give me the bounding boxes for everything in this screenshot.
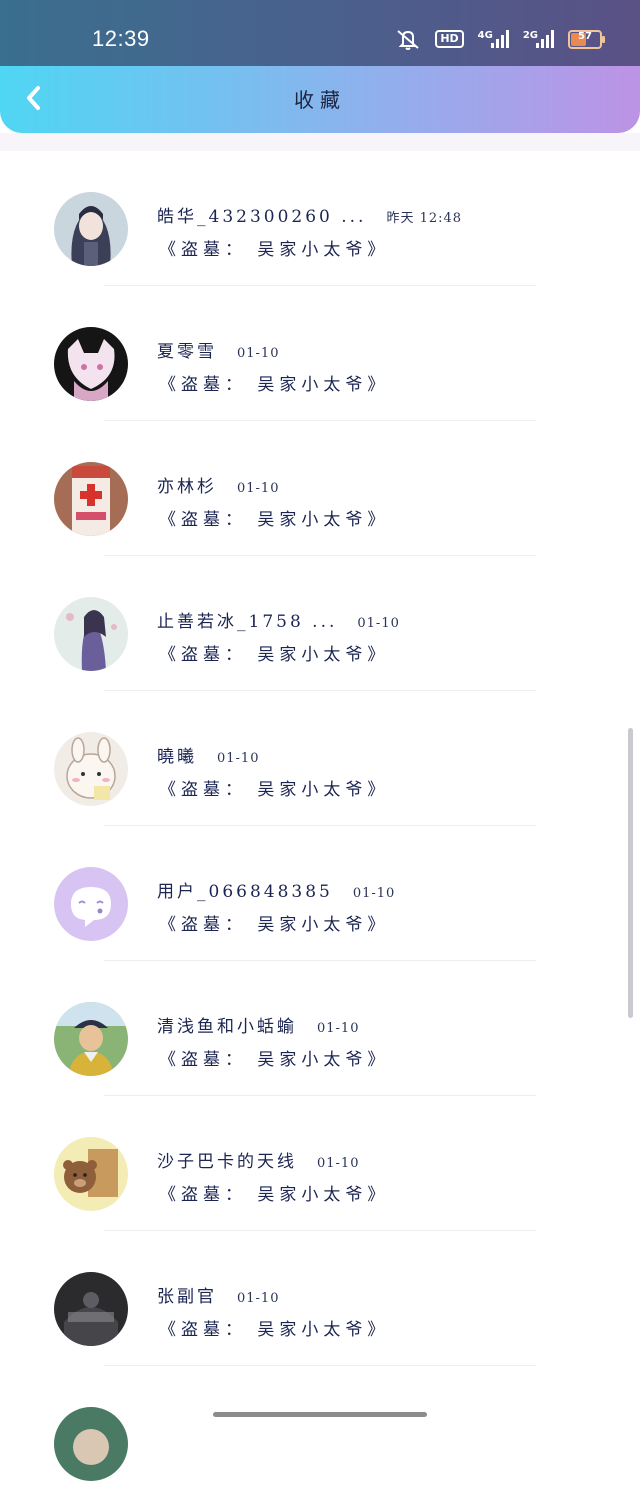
user-name: 用户_066848385 (157, 882, 333, 902)
avatar[interactable] (54, 192, 128, 266)
timestamp: 01-10 (317, 1021, 360, 1036)
favorite-title[interactable]: 《盗墓： 吴家小太爷》 (159, 1045, 389, 1070)
home-indicator[interactable] (213, 1412, 427, 1417)
favorite-title[interactable]: 《盗墓： 吴家小太爷》 (159, 505, 389, 530)
user-name: 清浅鱼和小蛞蝓 (157, 1017, 297, 1037)
user-name: 皓华_432300260 ... (157, 207, 367, 227)
list-item[interactable]: 夏零雪 01-10 《盗墓： 吴家小太爷》 (0, 286, 640, 421)
list-item[interactable]: 沙子巴卡的天线 01-10 《盗墓： 吴家小太爷》 (0, 1096, 640, 1231)
user-name: 张副官 (157, 1287, 217, 1307)
avatar[interactable] (54, 1002, 128, 1076)
list-item[interactable]: 止善若冰_1758 ... 01-10 《盗墓： 吴家小太爷》 (0, 556, 640, 691)
timestamp: 01-10 (237, 1291, 280, 1306)
status-time: 12:39 (92, 26, 150, 51)
battery-icon: 57 (568, 29, 605, 49)
user-name: 亦林杉 (157, 477, 217, 497)
item-header: 止善若冰_1758 ... 01-10 (157, 607, 400, 632)
signal-2g-icon: 2G (523, 30, 554, 48)
list-item[interactable]: 皓华_432300260 ... 昨天 12:48 《盗墓： 吴家小太爷》 (0, 151, 640, 286)
timestamp: 01-10 (217, 751, 260, 766)
hd-voice-icon: HD (435, 30, 464, 48)
favorites-list: 皓华_432300260 ... 昨天 12:48 《盗墓： 吴家小太爷》 夏零… (0, 151, 640, 1501)
favorite-title[interactable]: 《盗墓： 吴家小太爷》 (159, 640, 389, 665)
list-item[interactable]: 张副官 01-10 《盗墓： 吴家小太爷》 (0, 1231, 640, 1366)
timestamp: 01-10 (357, 616, 400, 631)
user-name: 沙子巴卡的天线 (157, 1152, 297, 1172)
app-header: 收藏 (0, 66, 640, 133)
list-item[interactable]: 清浅鱼和小蛞蝓 01-10 《盗墓： 吴家小太爷》 (0, 961, 640, 1096)
item-header: 清浅鱼和小蛞蝓 01-10 (157, 1012, 359, 1037)
favorite-title[interactable]: 《盗墓： 吴家小太爷》 (159, 1315, 389, 1340)
favorite-title[interactable]: 《盗墓： 吴家小太爷》 (159, 1180, 389, 1205)
user-name: 曉曦 (157, 747, 197, 767)
timestamp: 01-10 (237, 346, 280, 361)
item-header: 沙子巴卡的天线 01-10 (157, 1147, 359, 1172)
muted-bell-icon (397, 30, 419, 50)
avatar[interactable] (54, 462, 128, 536)
timestamp: 01-10 (352, 886, 396, 901)
list-item[interactable]: 亦林杉 01-10 《盗墓： 吴家小太爷》 (0, 421, 640, 556)
avatar[interactable] (54, 867, 128, 941)
avatar[interactable] (54, 732, 128, 806)
signal-4g-icon: 4G (478, 30, 509, 48)
avatar[interactable] (54, 1137, 128, 1211)
item-header: 曉曦 01-10 (157, 742, 259, 767)
favorite-title[interactable]: 《盗墓： 吴家小太爷》 (159, 235, 389, 260)
favorite-title[interactable]: 《盗墓： 吴家小太爷》 (159, 910, 389, 935)
item-header: 用户_066848385 01-10 (157, 877, 395, 902)
item-header: 亦林杉 01-10 (157, 472, 279, 497)
item-header: 皓华_432300260 ... 昨天 12:48 (157, 202, 462, 227)
favorite-title[interactable]: 《盗墓： 吴家小太爷》 (159, 775, 389, 800)
list-item-partial[interactable] (0, 1366, 640, 1501)
avatar[interactable] (54, 1272, 128, 1346)
item-header: 张副官 01-10 (157, 1282, 279, 1307)
list-item[interactable]: 用户_066848385 01-10 《盗墓： 吴家小太爷》 (0, 826, 640, 961)
page-title: 收藏 (294, 88, 346, 112)
scrollbar[interactable] (628, 728, 633, 1018)
status-icons: HD 4G 2G 57 (395, 28, 605, 50)
status-bar: 12:39 HD 4G 2G 57 (0, 0, 640, 66)
list-item[interactable]: 曉曦 01-10 《盗墓： 吴家小太爷》 (0, 691, 640, 826)
avatar[interactable] (54, 327, 128, 401)
avatar[interactable] (54, 597, 128, 671)
item-header: 夏零雪 01-10 (157, 337, 279, 362)
timestamp: 01-10 (237, 481, 280, 496)
header-gap (0, 133, 640, 151)
battery-percent: 57 (578, 30, 592, 42)
timestamp: 01-10 (317, 1156, 360, 1171)
avatar[interactable] (54, 1407, 128, 1481)
favorite-title[interactable]: 《盗墓： 吴家小太爷》 (159, 370, 389, 395)
user-name: 夏零雪 (157, 342, 217, 362)
user-name: 止善若冰_1758 ... (157, 612, 338, 632)
timestamp: 昨天 12:48 (386, 211, 463, 226)
